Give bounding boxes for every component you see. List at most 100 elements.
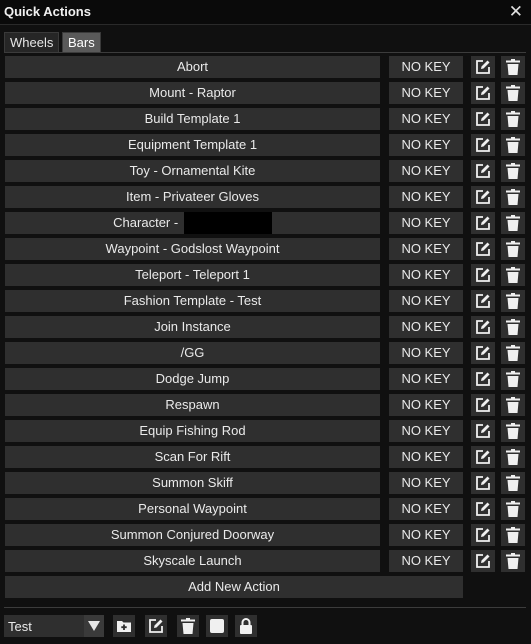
tab-wheels[interactable]: Wheels [4, 32, 60, 53]
keybind-button[interactable]: NO KEY [389, 368, 463, 390]
keybind-button[interactable]: NO KEY [389, 524, 463, 546]
delete-action-button[interactable] [501, 212, 525, 234]
edit-action-button[interactable] [471, 160, 495, 182]
action-button[interactable]: Join Instance [5, 316, 380, 338]
delete-action-button[interactable] [501, 290, 525, 312]
action-row: Personal Waypoint NO KEY [5, 498, 527, 524]
action-button[interactable]: Scan For Rift [5, 446, 380, 468]
action-label: Teleport - Teleport 1 [135, 267, 250, 282]
keybind-button[interactable]: NO KEY [389, 420, 463, 442]
action-button[interactable]: Toy - Ornamental Kite [5, 160, 380, 182]
keybind-button[interactable]: NO KEY [389, 342, 463, 364]
action-button[interactable]: Item - Privateer Gloves [5, 186, 380, 208]
keybind-button[interactable]: NO KEY [389, 212, 463, 234]
edit-icon [475, 423, 491, 439]
edit-action-button[interactable] [471, 472, 495, 494]
action-button[interactable]: Summon Conjured Doorway [5, 524, 380, 546]
delete-action-button[interactable] [501, 108, 525, 130]
delete-action-button[interactable] [501, 498, 525, 520]
keybind-button[interactable]: NO KEY [389, 498, 463, 520]
edit-action-button[interactable] [471, 550, 495, 572]
delete-action-button[interactable] [501, 160, 525, 182]
edit-profile-button[interactable] [145, 615, 167, 637]
edit-action-button[interactable] [471, 290, 495, 312]
keybind-button[interactable]: NO KEY [389, 472, 463, 494]
action-button[interactable]: Mount - Raptor [5, 82, 380, 104]
action-button[interactable]: Build Template 1 [5, 108, 380, 130]
action-button[interactable]: Skyscale Launch [5, 550, 380, 572]
keybind-button[interactable]: NO KEY [389, 238, 463, 260]
delete-action-button[interactable] [501, 238, 525, 260]
edit-action-button[interactable] [471, 368, 495, 390]
action-button[interactable]: Personal Waypoint [5, 498, 380, 520]
edit-action-button[interactable] [471, 316, 495, 338]
edit-action-button[interactable] [471, 394, 495, 416]
lock-button[interactable] [235, 615, 257, 637]
delete-action-button[interactable] [501, 186, 525, 208]
keybind-button[interactable]: NO KEY [389, 394, 463, 416]
edit-icon [475, 527, 491, 543]
close-icon[interactable]: ✕ [509, 2, 523, 22]
action-button[interactable]: Summon Skiff [5, 472, 380, 494]
action-button[interactable]: Dodge Jump [5, 368, 380, 390]
delete-action-button[interactable] [501, 524, 525, 546]
keybind-button[interactable]: NO KEY [389, 446, 463, 468]
action-button[interactable]: Equipment Template 1 [5, 134, 380, 156]
add-new-action-button[interactable]: Add New Action [5, 576, 463, 598]
tab-bars[interactable]: Bars [62, 32, 101, 53]
delete-action-button[interactable] [501, 472, 525, 494]
keybind-button[interactable]: NO KEY [389, 264, 463, 286]
profile-select[interactable]: Test [4, 615, 104, 637]
edit-action-button[interactable] [471, 446, 495, 468]
edit-action-button[interactable] [471, 264, 495, 286]
keybind-button[interactable]: NO KEY [389, 316, 463, 338]
delete-action-button[interactable] [501, 368, 525, 390]
action-button[interactable]: Character - [5, 212, 380, 234]
edit-icon [475, 111, 491, 127]
chevron-down-icon[interactable] [84, 615, 104, 637]
edit-action-button[interactable] [471, 524, 495, 546]
action-button[interactable]: Waypoint - Godslost Waypoint [5, 238, 380, 260]
lock-icon [239, 618, 253, 634]
keybind-button[interactable]: NO KEY [389, 82, 463, 104]
edit-action-button[interactable] [471, 420, 495, 442]
delete-action-button[interactable] [501, 82, 525, 104]
delete-action-button[interactable] [501, 550, 525, 572]
action-button[interactable]: Teleport - Teleport 1 [5, 264, 380, 286]
edit-action-button[interactable] [471, 108, 495, 130]
action-button[interactable]: /GG [5, 342, 380, 364]
action-button[interactable]: Fashion Template - Test [5, 290, 380, 312]
keybind-button[interactable]: NO KEY [389, 550, 463, 572]
keybind-button[interactable]: NO KEY [389, 56, 463, 78]
keybind-button[interactable]: NO KEY [389, 186, 463, 208]
edit-action-button[interactable] [471, 82, 495, 104]
delete-profile-button[interactable] [177, 615, 199, 637]
delete-action-button[interactable] [501, 56, 525, 78]
action-button[interactable]: Respawn [5, 394, 380, 416]
delete-action-button[interactable] [501, 446, 525, 468]
edit-action-button[interactable] [471, 238, 495, 260]
delete-action-button[interactable] [501, 316, 525, 338]
keybind-button[interactable]: NO KEY [389, 108, 463, 130]
delete-action-button[interactable] [501, 394, 525, 416]
keybind-button[interactable]: NO KEY [389, 134, 463, 156]
delete-action-button[interactable] [501, 342, 525, 364]
edit-action-button[interactable] [471, 498, 495, 520]
delete-action-button[interactable] [501, 134, 525, 156]
edit-action-button[interactable] [471, 186, 495, 208]
edit-action-button[interactable] [471, 342, 495, 364]
action-button[interactable]: Equip Fishing Rod [5, 420, 380, 442]
action-button[interactable]: Abort [5, 56, 380, 78]
edit-action-button[interactable] [471, 212, 495, 234]
delete-action-button[interactable] [501, 264, 525, 286]
edit-action-button[interactable] [471, 134, 495, 156]
keybind-button[interactable]: NO KEY [389, 290, 463, 312]
add-profile-button[interactable] [113, 615, 135, 637]
edit-action-button[interactable] [471, 56, 495, 78]
action-label: Scan For Rift [154, 449, 231, 464]
action-label: Equip Fishing Rod [139, 423, 246, 438]
keybind-button[interactable]: NO KEY [389, 160, 463, 182]
stop-button[interactable] [206, 615, 228, 637]
delete-action-button[interactable] [501, 420, 525, 442]
trash-icon [506, 371, 520, 387]
